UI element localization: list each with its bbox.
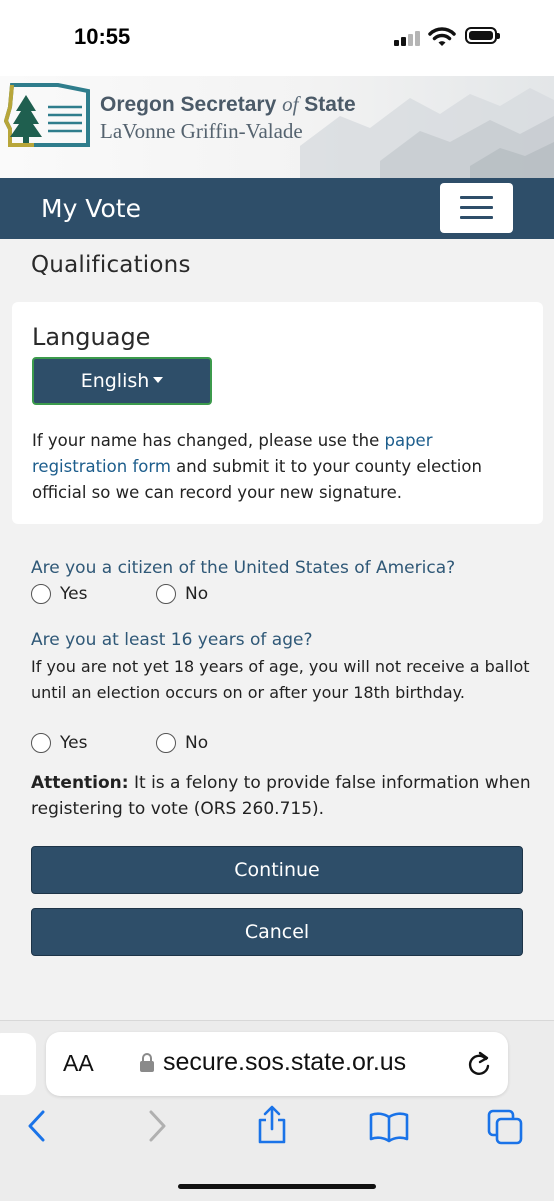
language-selected-value: English <box>80 370 150 392</box>
radio-label: Yes <box>60 733 88 753</box>
citizen-no-radio[interactable]: No <box>156 584 208 604</box>
note-text: If your name has changed, please use the <box>32 431 385 450</box>
radio-circle[interactable] <box>31 733 51 753</box>
attention-label: Attention: <box>31 773 129 793</box>
org-name-part1: Oregon Secretary <box>100 93 277 116</box>
language-dropdown[interactable]: English <box>32 357 212 405</box>
oregon-state-logo <box>4 83 90 147</box>
continue-button[interactable]: Continue <box>31 846 523 894</box>
address-bar[interactable]: AA secure.sos.state.or.us <box>46 1032 508 1096</box>
menu-toggle-button[interactable] <box>440 183 513 233</box>
back-icon[interactable] <box>26 1109 48 1143</box>
navbar: My Vote <box>0 178 554 239</box>
bookmarks-icon[interactable] <box>369 1111 409 1143</box>
age-yes-radio[interactable]: Yes <box>31 733 87 753</box>
forward-icon[interactable] <box>146 1109 168 1143</box>
hamburger-icon <box>460 196 493 199</box>
site-header: Oregon Secretary of State LaVonne Griffi… <box>0 76 554 178</box>
reload-icon[interactable] <box>466 1050 492 1078</box>
share-icon[interactable] <box>256 1105 288 1145</box>
page-title: Qualifications <box>31 252 191 278</box>
caret-down-icon <box>153 376 164 383</box>
text-size-label: AA <box>63 1050 94 1076</box>
org-name: Oregon Secretary of State <box>100 92 356 117</box>
attention-notice: Attention: It is a felony to provide fal… <box>31 770 531 822</box>
radio-label: No <box>185 584 209 604</box>
org-name-of: of <box>282 92 299 116</box>
cancel-button[interactable]: Cancel <box>31 908 523 956</box>
status-bar: 10:55 <box>0 0 554 76</box>
radio-label: Yes <box>60 584 88 604</box>
language-card: Language English If your name has change… <box>12 302 543 524</box>
url-text[interactable]: secure.sos.state.or.us <box>163 1048 406 1077</box>
previous-tab-preview[interactable] <box>0 1033 36 1095</box>
battery-icon <box>465 27 500 44</box>
org-name-part2: State <box>304 93 356 116</box>
citizen-question: Are you a citizen of the United States o… <box>31 558 456 578</box>
home-indicator <box>178 1184 376 1189</box>
official-name: LaVonne Griffin-Valade <box>100 119 303 143</box>
text-size-button[interactable]: AA <box>63 1050 94 1077</box>
hamburger-icon <box>460 206 493 209</box>
navbar-brand[interactable]: My Vote <box>41 194 141 223</box>
radio-circle[interactable] <box>156 584 176 604</box>
citizen-yes-radio[interactable]: Yes <box>31 584 87 604</box>
radio-circle[interactable] <box>156 733 176 753</box>
radio-label: No <box>185 733 209 753</box>
age-question: Are you at least 16 years of age? <box>31 630 313 650</box>
name-change-note: If your name has changed, please use the… <box>32 428 532 506</box>
age-hint: If you are not yet 18 years of age, you … <box>31 657 530 702</box>
status-time: 10:55 <box>74 24 131 49</box>
wifi-icon <box>428 27 456 46</box>
language-label: Language <box>32 323 151 351</box>
lock-icon <box>140 1053 154 1072</box>
radio-circle[interactable] <box>31 584 51 604</box>
cellular-signal-icon <box>394 30 424 46</box>
tabs-icon[interactable] <box>487 1109 525 1147</box>
browser-toolbar: AA secure.sos.state.or.us <box>0 1020 554 1201</box>
age-no-radio[interactable]: No <box>156 733 208 753</box>
hamburger-icon <box>460 216 493 219</box>
